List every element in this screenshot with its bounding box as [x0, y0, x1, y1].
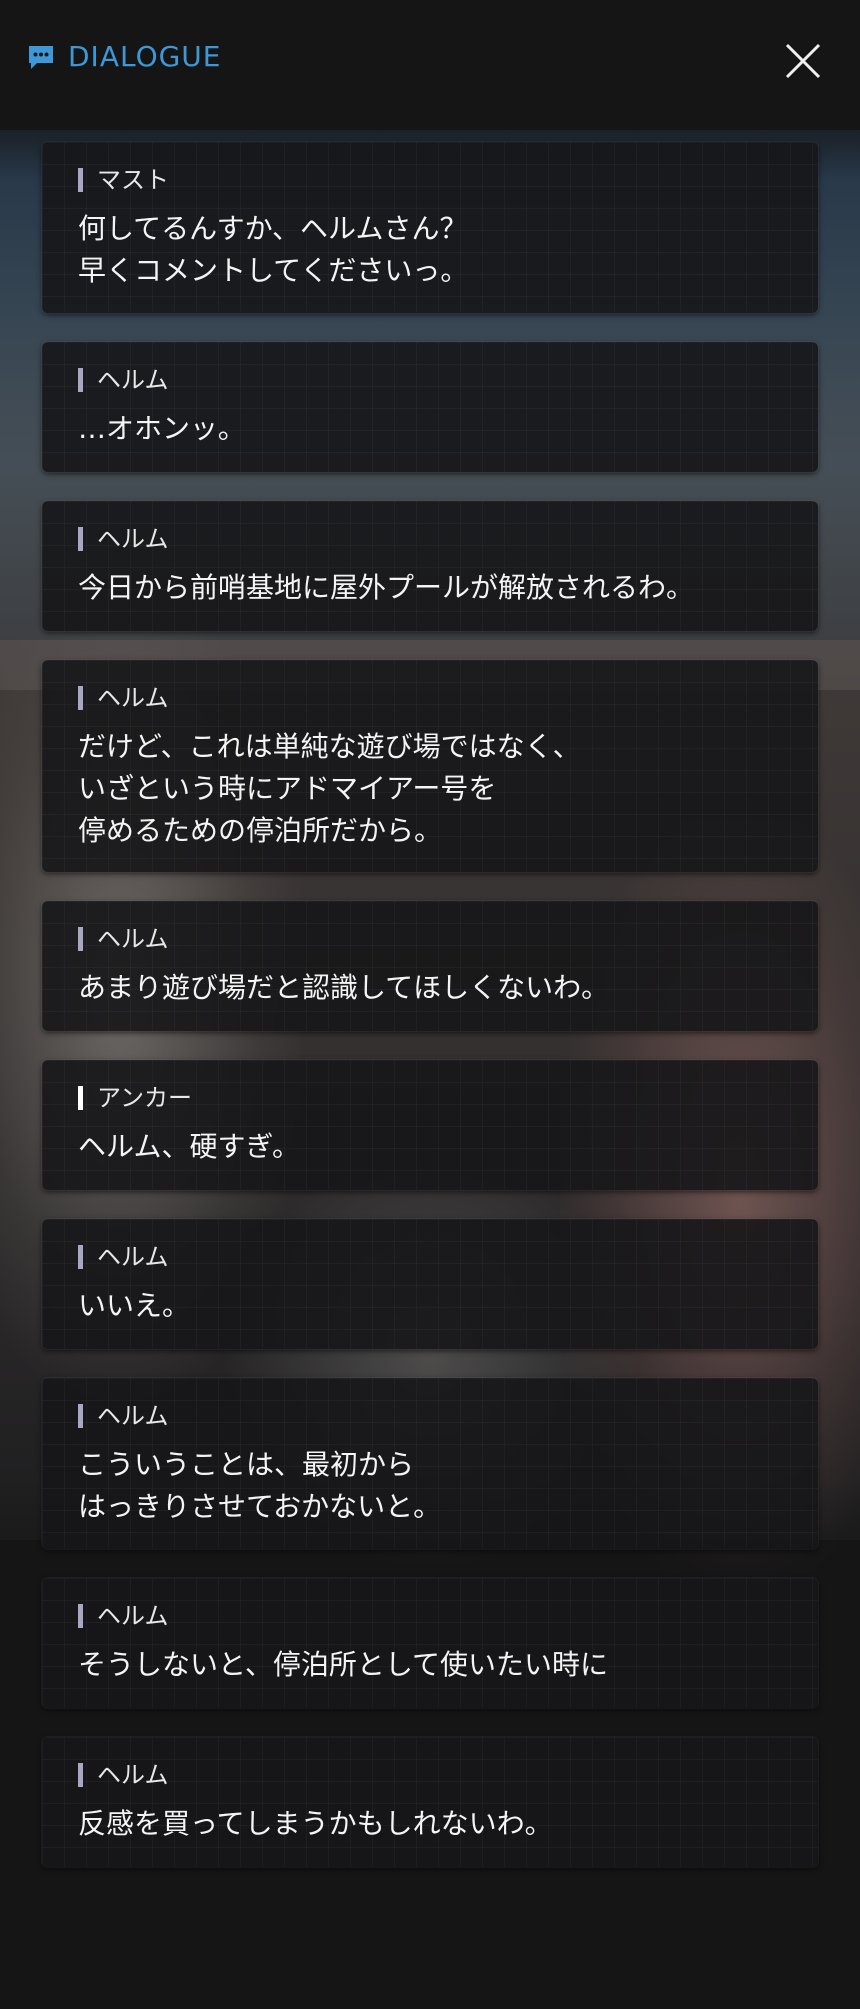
- speaker-marker: [78, 1086, 83, 1110]
- speaker-marker: [78, 368, 83, 392]
- dialogue-text: そうしないと、停泊所として使いたい時に: [78, 1648, 609, 1681]
- speaker-marker: [78, 1763, 83, 1787]
- dialogue-text: 反感を買ってしまうかもしれないわ。: [78, 1807, 553, 1840]
- speaker-row: ヘルム: [78, 684, 169, 712]
- dialogue-entry: ヘルム そうしないと、停泊所として使いたい時に: [42, 1578, 818, 1708]
- speaker-row: ヘルム: [78, 1761, 169, 1789]
- speaker-marker: [78, 686, 83, 710]
- speaker-row: ヘルム: [78, 1243, 169, 1271]
- speaker-row: ヘルム: [78, 1602, 169, 1630]
- dialogue-text: 今日から前哨基地に屋外プールが解放されるわ。: [78, 571, 695, 604]
- speaker-name: ヘルム: [97, 925, 169, 953]
- speaker-name: ヘルム: [97, 1402, 169, 1430]
- speaker-row: ヘルム: [78, 525, 169, 553]
- speaker-name: ヘルム: [97, 1243, 169, 1271]
- speaker-name: ヘルム: [97, 1602, 169, 1630]
- speaker-marker: [78, 1404, 83, 1428]
- speaker-row: ヘルム: [78, 366, 169, 394]
- speaker-marker: [78, 1245, 83, 1269]
- dialogue-list[interactable]: マスト 何してるんすか、ヘルムさん？ 早くコメントしてくださいっ。 ヘルム …オ…: [0, 0, 860, 2009]
- dialogue-entry: アンカー ヘルム、硬すぎ。: [42, 1060, 818, 1190]
- speaker-row: マスト: [78, 166, 169, 194]
- speaker-row: ヘルム: [78, 1402, 169, 1430]
- speaker-name: ヘルム: [97, 1761, 169, 1789]
- dialogue-entry: ヘルム …オホンッ。: [42, 342, 818, 472]
- dialogue-text: ヘルム、硬すぎ。: [78, 1130, 301, 1163]
- dialogue-entry: ヘルム こういうことは、最初から はっきりさせておかないと。: [42, 1378, 818, 1549]
- dialogue-text: あまり遊び場だと認識してほしくないわ。: [78, 971, 610, 1004]
- dialogue-entry: ヘルム いいえ。: [42, 1219, 818, 1349]
- speaker-name: ヘルム: [97, 525, 169, 553]
- dialogue-entry: ヘルム だけど、これは単純な遊び場ではなく、 いざという時にアドマイアー号を 停…: [42, 660, 818, 872]
- speaker-row: ヘルム: [78, 925, 169, 953]
- speaker-marker: [78, 527, 83, 551]
- dialogue-entry: ヘルム 今日から前哨基地に屋外プールが解放されるわ。: [42, 501, 818, 631]
- speaker-name: マスト: [97, 166, 169, 194]
- dialogue-text: こういうことは、最初から はっきりさせておかないと。: [78, 1448, 442, 1523]
- speaker-marker: [78, 168, 83, 192]
- dialogue-text: 何してるんすか、ヘルムさん？ 早くコメントしてくださいっ。: [78, 212, 469, 287]
- speaker-name: ヘルム: [97, 366, 169, 394]
- dialogue-entry: ヘルム 反感を買ってしまうかもしれないわ。: [42, 1737, 818, 1867]
- dialogue-entry: マスト 何してるんすか、ヘルムさん？ 早くコメントしてくださいっ。: [42, 142, 818, 313]
- speaker-row: アンカー: [78, 1084, 192, 1112]
- speaker-marker: [78, 1604, 83, 1628]
- speaker-marker: [78, 927, 83, 951]
- speaker-name: アンカー: [97, 1084, 193, 1112]
- dialogue-text: いいえ。: [78, 1289, 191, 1322]
- speaker-name: ヘルム: [97, 684, 169, 712]
- dialogue-entry: ヘルム あまり遊び場だと認識してほしくないわ。: [42, 901, 818, 1031]
- dialogue-text: …オホンッ。: [78, 412, 246, 445]
- dialogue-text: だけど、これは単純な遊び場ではなく、 いざという時にアドマイアー号を 停めるため…: [78, 730, 581, 847]
